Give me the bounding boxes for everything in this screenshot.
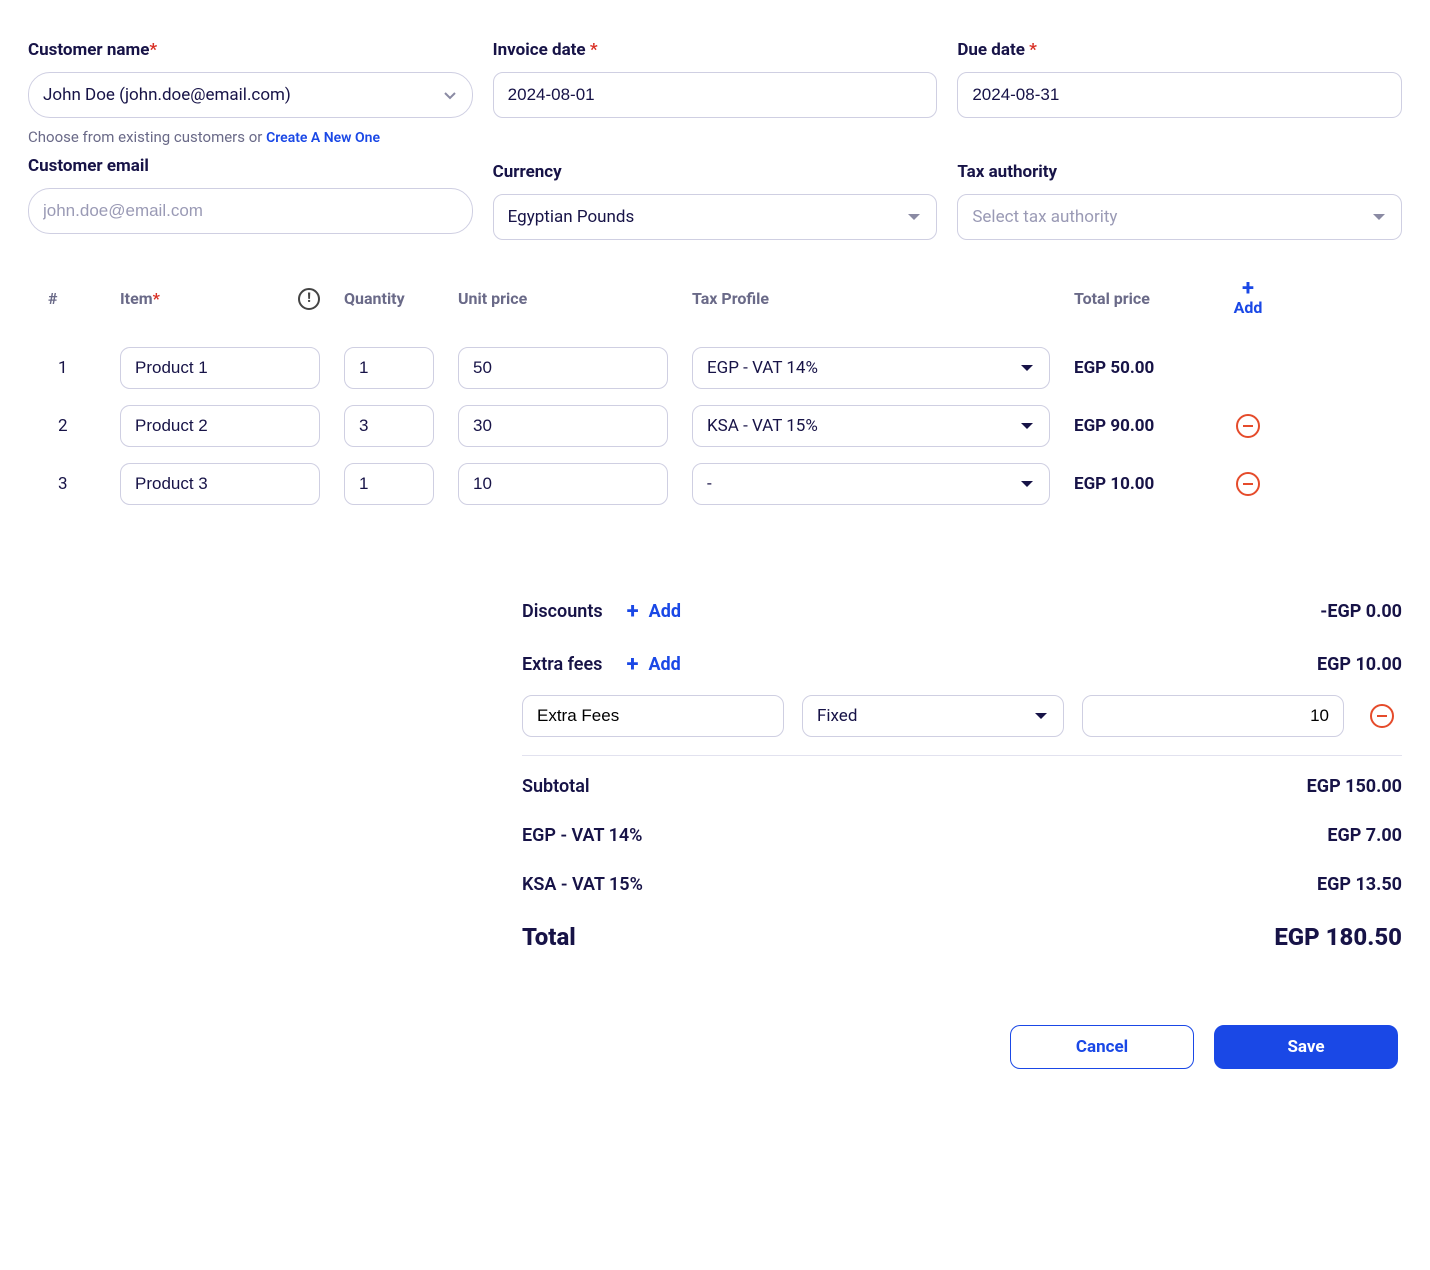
total-value: EGP 180.50 [1274,923,1402,951]
create-customer-link[interactable]: Create A New One [266,130,380,146]
item-unit-price-input[interactable] [458,405,668,447]
discounts-label: Discounts [522,601,603,622]
table-row: 2 KSA - VAT 15% EGP 90.00 [48,405,1402,447]
col-item: Item* ! [120,288,320,310]
extra-fees-value: EGP 10.00 [1317,654,1402,675]
extra-fee-type-select[interactable]: Fixed [802,695,1064,737]
add-extra-fee-button[interactable]: +Add [626,652,680,677]
customer-name-value: John Doe (john.doe@email.com) [43,85,291,105]
item-name-input[interactable] [120,463,320,505]
col-total-price: Total price [1074,289,1194,308]
table-row: 3 - EGP 10.00 [48,463,1402,505]
item-tax-select[interactable]: EGP - VAT 14% [692,347,1050,389]
tax-line-value: EGP 13.50 [1317,874,1402,895]
item-total: EGP 50.00 [1074,358,1194,378]
tax-line-label: EGP - VAT 14% [522,825,642,846]
tax-line-label: KSA - VAT 15% [522,874,643,895]
chevron-down-icon [1371,209,1387,225]
currency-label: Currency [493,162,938,182]
item-name-input[interactable] [120,347,320,389]
col-num: # [48,289,96,308]
row-number: 2 [48,416,96,436]
total-label: Total [522,923,576,951]
item-tax-select[interactable]: - [692,463,1050,505]
item-tax-select[interactable]: KSA - VAT 15% [692,405,1050,447]
chevron-down-icon [442,87,458,103]
add-discount-button[interactable]: +Add [627,599,681,624]
tax-line-value: EGP 7.00 [1327,825,1402,846]
row-number: 3 [48,474,96,494]
item-qty-input[interactable] [344,347,434,389]
table-row: 1 EGP - VAT 14% EGP 50.00 [48,347,1402,389]
item-qty-input[interactable] [344,463,434,505]
chevron-down-icon [906,209,922,225]
due-date-input[interactable] [957,72,1402,118]
invoice-date-input[interactable] [493,72,938,118]
remove-item-button[interactable] [1236,414,1260,438]
remove-extra-fee-button[interactable] [1370,704,1394,728]
item-unit-price-input[interactable] [458,463,668,505]
tax-authority-placeholder: Select tax authority [972,207,1117,227]
item-qty-input[interactable] [344,405,434,447]
col-tax-profile: Tax Profile [692,289,1050,308]
item-unit-price-input[interactable] [458,347,668,389]
save-button[interactable]: Save [1214,1025,1398,1069]
customer-hint: Choose from existing customers or Create… [28,128,473,146]
extra-fees-label: Extra fees [522,654,602,675]
cancel-button[interactable]: Cancel [1010,1025,1194,1069]
chevron-down-icon [1019,476,1035,492]
chevron-down-icon [1019,360,1035,376]
discounts-value: -EGP 0.00 [1320,601,1402,622]
invoice-date-label: Invoice date * [493,40,938,60]
subtotal-value: EGP 150.00 [1307,776,1402,797]
col-quantity: Quantity [344,289,434,308]
chevron-down-icon [1019,418,1035,434]
extra-fee-amount-input[interactable] [1082,695,1344,737]
tax-authority-label: Tax authority [957,162,1402,182]
info-icon[interactable]: ! [298,288,320,310]
subtotal-label: Subtotal [522,776,590,797]
due-date-label: Due date * [957,40,1402,60]
currency-value: Egyptian Pounds [508,207,635,227]
add-item-button[interactable]: +Add [1218,280,1278,317]
remove-item-button[interactable] [1236,472,1260,496]
customer-email-input[interactable] [28,188,473,234]
chevron-down-icon [1033,708,1049,724]
col-unit-price: Unit price [458,289,668,308]
row-number: 1 [48,358,96,378]
customer-name-label: Customer name* [28,40,473,60]
tax-authority-select[interactable]: Select tax authority [957,194,1402,240]
item-name-input[interactable] [120,405,320,447]
item-total: EGP 10.00 [1074,474,1194,494]
customer-name-select[interactable]: John Doe (john.doe@email.com) [28,72,473,118]
item-total: EGP 90.00 [1074,416,1194,436]
customer-email-label: Customer email [28,156,473,176]
currency-select[interactable]: Egyptian Pounds [493,194,938,240]
extra-fee-name-input[interactable] [522,695,784,737]
